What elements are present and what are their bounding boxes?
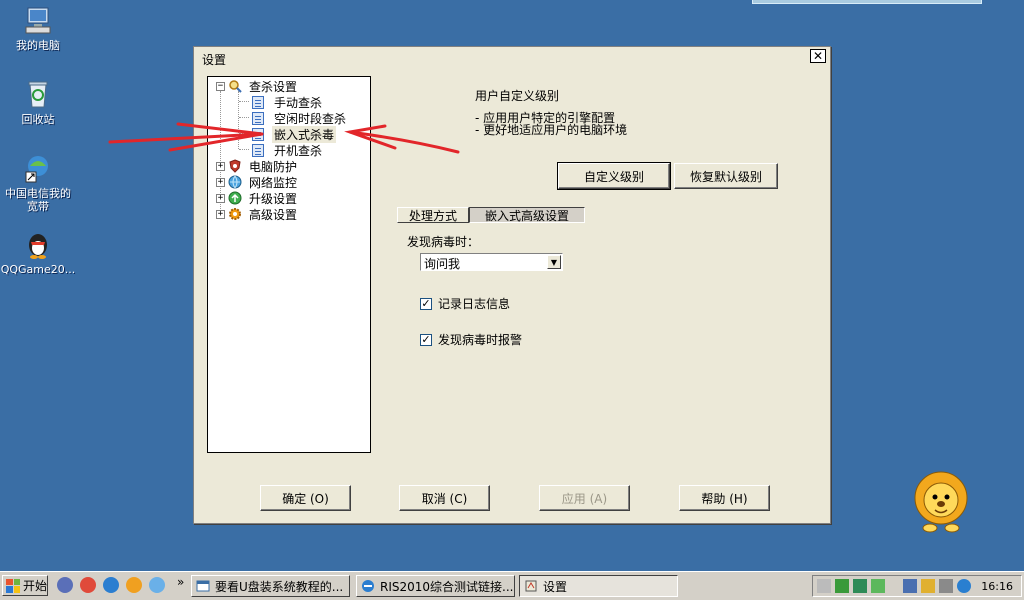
right-arrow-shaft bbox=[348, 130, 460, 154]
more-quicklaunch-button[interactable]: » bbox=[177, 575, 184, 589]
display-icon[interactable] bbox=[939, 579, 953, 593]
task-button-settings[interactable]: 设置 bbox=[519, 575, 678, 597]
clock: 16:16 bbox=[981, 580, 1013, 593]
start-button[interactable]: 开始 bbox=[2, 575, 48, 596]
task-button-tutorial[interactable]: 要看U盘装系统教程的... bbox=[191, 575, 350, 597]
window-icon bbox=[196, 580, 210, 592]
messenger-icon[interactable] bbox=[871, 579, 885, 593]
task-label: 要看U盘装系统教程的... bbox=[215, 579, 344, 594]
browser-icon bbox=[362, 580, 374, 592]
update-tray-icon[interactable] bbox=[957, 579, 971, 593]
system-tray: 16:16 bbox=[812, 575, 1022, 597]
task-label: 设置 bbox=[543, 579, 568, 594]
antivirus-icon[interactable] bbox=[149, 577, 165, 593]
task-button-browser[interactable]: RIS2010综合测试链接... bbox=[356, 575, 515, 597]
qq-browser-icon[interactable] bbox=[80, 577, 96, 593]
volume-icon[interactable] bbox=[921, 579, 935, 593]
annotation-arrows bbox=[108, 122, 460, 154]
ie-icon[interactable] bbox=[103, 577, 119, 593]
lion-mascot-icon[interactable] bbox=[908, 470, 974, 534]
start-label: 开始 bbox=[23, 579, 48, 593]
windows-logo-icon bbox=[6, 578, 20, 593]
media-player-icon[interactable] bbox=[57, 577, 73, 593]
task-label: RIS2010综合测试链接... bbox=[380, 579, 514, 594]
antivirus-tray-icon[interactable] bbox=[835, 579, 849, 593]
settings-icon bbox=[525, 580, 537, 592]
network-icon[interactable] bbox=[903, 579, 917, 593]
umbrella-icon[interactable] bbox=[853, 579, 867, 593]
keyboard-icon[interactable] bbox=[817, 579, 831, 593]
music-icon[interactable] bbox=[126, 577, 142, 593]
taskbar: 开始 » 要看U盘装系统教程的... RIS2010综合测试链接... 设置 1… bbox=[0, 571, 1024, 600]
